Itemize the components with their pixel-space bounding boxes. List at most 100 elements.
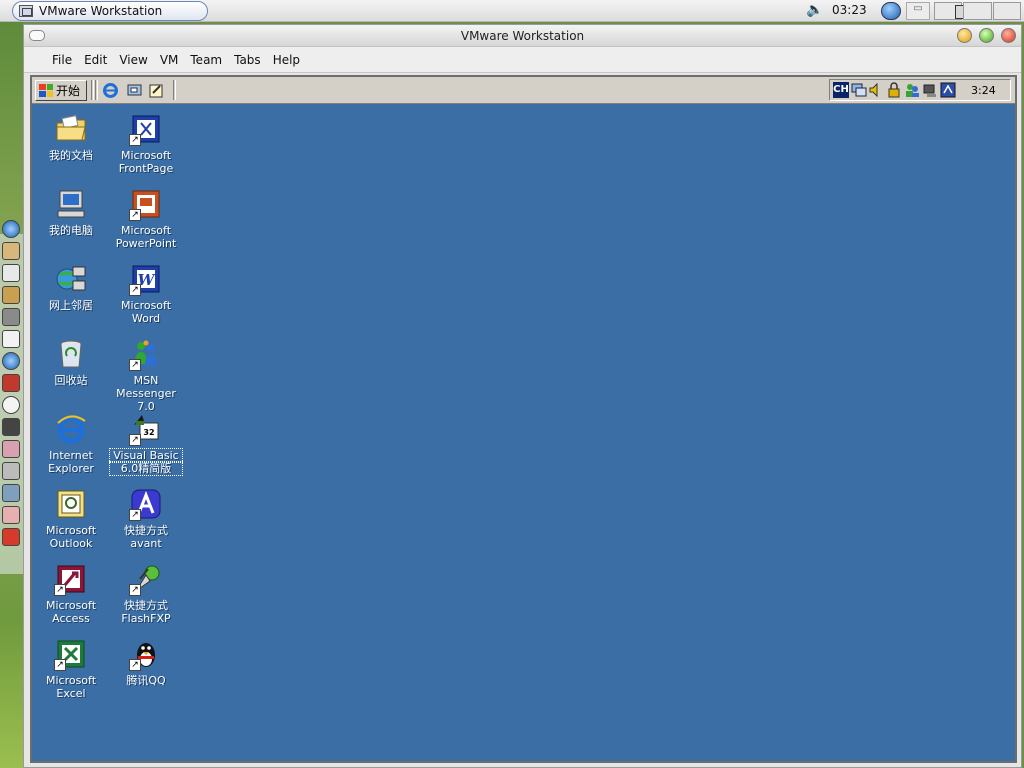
guest-clock[interactable]: 3:24 <box>971 84 996 97</box>
workspace-3[interactable] <box>992 2 1021 20</box>
lock-tray-icon[interactable] <box>886 82 902 98</box>
desktop-icon-avant[interactable]: 快捷方式 avant <box>110 488 182 550</box>
workspace-1[interactable] <box>934 2 976 20</box>
host-taskbar-button-label: VMware Workstation <box>39 4 163 18</box>
files-launcher-icon[interactable] <box>2 462 20 480</box>
word-icon: W <box>129 263 162 296</box>
icon-label-line1: 我的文档 <box>49 149 93 162</box>
icon-label-line2: Excel <box>56 687 86 700</box>
icon-label-line2: Word <box>131 312 161 325</box>
taskbar-separator <box>173 80 176 100</box>
access-icon <box>54 563 87 596</box>
window-title: VMware Workstation <box>460 29 585 43</box>
menu-tabs[interactable]: Tabs <box>228 53 267 67</box>
disc-launcher-icon[interactable] <box>2 396 20 414</box>
desktop-icon-my-documents[interactable]: 我的文档 <box>35 113 107 162</box>
monitor-launcher-icon[interactable] <box>2 484 20 502</box>
icon-label-line1: 快捷方式 <box>124 524 168 537</box>
host-taskbar-button-vmware[interactable]: VMware Workstation <box>12 1 208 21</box>
desktop-icon-frontpage[interactable]: Microsoft FrontPage <box>110 113 182 175</box>
workspace-2[interactable] <box>963 2 992 20</box>
paint-launcher-icon[interactable] <box>2 506 20 524</box>
font-launcher-icon[interactable] <box>2 330 20 348</box>
svg-text:W: W <box>138 271 157 289</box>
host-left-dock <box>0 22 23 768</box>
input-language-icon[interactable]: CH <box>833 82 849 98</box>
icon-label-line1: Microsoft <box>120 149 172 162</box>
excel-icon <box>54 638 87 671</box>
diamond-launcher-icon[interactable] <box>2 418 20 436</box>
icon-label-line1: Microsoft <box>120 224 172 237</box>
icon-label-line2: Explorer <box>48 462 94 475</box>
icon-label-line2: avant <box>130 537 162 550</box>
image-launcher-icon[interactable] <box>2 440 20 458</box>
flashfxp-icon <box>129 563 162 596</box>
user-launcher-icon[interactable] <box>2 242 20 260</box>
icon-label-line2: Outlook <box>49 537 93 550</box>
taskbar-separator <box>91 80 94 100</box>
globe-launcher-icon[interactable] <box>2 352 20 370</box>
desktop-icon-access[interactable]: Microsoft Access <box>35 563 107 625</box>
vmware-tray-icon[interactable] <box>940 82 956 98</box>
computer-tray-icon[interactable] <box>922 82 938 98</box>
tools-launcher-icon[interactable] <box>2 286 20 304</box>
desktop-icon-qq[interactable]: 腾讯QQ <box>110 638 182 687</box>
desktop-icon-internet-explorer[interactable]: Internet Explorer <box>35 413 107 475</box>
desktop-icon-recycle-bin[interactable]: 回收站 <box>35 338 107 387</box>
menu-view[interactable]: View <box>113 53 153 67</box>
icon-label-line1: 网上邻居 <box>49 299 93 312</box>
avant-browser-icon <box>129 488 162 521</box>
icon-label-line2: 6.0精简版 <box>109 461 183 476</box>
volume-icon[interactable]: 🔈 <box>806 2 823 18</box>
minimize-button[interactable] <box>957 28 972 43</box>
settings-launcher-icon[interactable] <box>2 308 20 326</box>
icon-label-line1: 快捷方式 <box>124 599 168 612</box>
icon-label-line2: FlashFXP <box>121 612 171 625</box>
msn-messenger-icon <box>129 338 162 371</box>
menu-vm[interactable]: VM <box>154 53 185 67</box>
desktop-icon-my-computer[interactable]: 我的电脑 <box>35 188 107 237</box>
desktop-icon-network-places[interactable]: 网上邻居 <box>35 263 107 312</box>
users-tray-icon[interactable] <box>904 82 920 98</box>
volume-tray-icon[interactable] <box>868 82 884 98</box>
menu-file[interactable]: File <box>46 53 78 67</box>
icon-label-line1: Microsoft <box>120 299 172 312</box>
close-button[interactable] <box>1001 28 1016 43</box>
window-launcher-icon[interactable] <box>2 264 20 282</box>
desktop-icon-msn-messenger[interactable]: MSN Messenger 7.0 <box>110 338 182 413</box>
powerpoint-icon <box>129 188 162 221</box>
windows-flag-icon <box>39 84 53 97</box>
taskbar-separator <box>95 80 98 100</box>
host-clock[interactable]: 03:23 <box>832 3 867 17</box>
icon-label-line2: FrontPage <box>118 162 174 175</box>
menu-help[interactable]: Help <box>267 53 306 67</box>
menu-team[interactable]: Team <box>184 53 228 67</box>
workspace-switcher[interactable] <box>934 2 1022 20</box>
network-tray-icon[interactable] <box>851 82 867 98</box>
desktop-icon-visual-basic[interactable]: 32 Visual Basic 6.0精简版 <box>109 413 183 476</box>
qq-penguin-icon <box>129 638 162 671</box>
tray-device-icon[interactable]: ▭ <box>906 2 930 20</box>
desktop-quicklaunch-icon[interactable] <box>126 82 143 99</box>
network-globe-icon[interactable] <box>881 2 901 20</box>
start-button[interactable]: 开始 <box>35 80 87 101</box>
icon-label-line1: Internet <box>49 449 93 462</box>
desktop-icon-word[interactable]: W Microsoft Word <box>110 263 182 325</box>
desktop-icon-powerpoint[interactable]: Microsoft PowerPoint <box>110 188 182 250</box>
desktop-icon-outlook[interactable]: Microsoft Outlook <box>35 488 107 550</box>
browser-launcher-icon[interactable] <box>2 220 20 238</box>
vm-display[interactable]: 开始 CH 3:24 我的文档 我的电脑 网上邻居 回收站 Internet E… <box>30 75 1017 763</box>
desktop-icon-flashfxp[interactable]: 快捷方式 FlashFXP <box>110 563 182 625</box>
ie-quicklaunch-icon[interactable] <box>102 82 119 99</box>
exit-launcher-icon[interactable] <box>2 528 20 546</box>
hat-launcher-icon[interactable] <box>2 374 20 392</box>
desktop-icon-excel[interactable]: Microsoft Excel <box>35 638 107 700</box>
system-tray: CH 3:24 <box>829 79 1011 101</box>
window-titlebar[interactable]: VMware Workstation <box>24 25 1021 47</box>
notes-quicklaunch-icon[interactable] <box>148 82 165 99</box>
maximize-button[interactable] <box>979 28 994 43</box>
vmware-window-icon <box>19 5 33 17</box>
icon-label-line1: Microsoft <box>45 599 97 612</box>
icon-label-line1: 腾讯QQ <box>126 674 166 687</box>
menu-edit[interactable]: Edit <box>78 53 113 67</box>
